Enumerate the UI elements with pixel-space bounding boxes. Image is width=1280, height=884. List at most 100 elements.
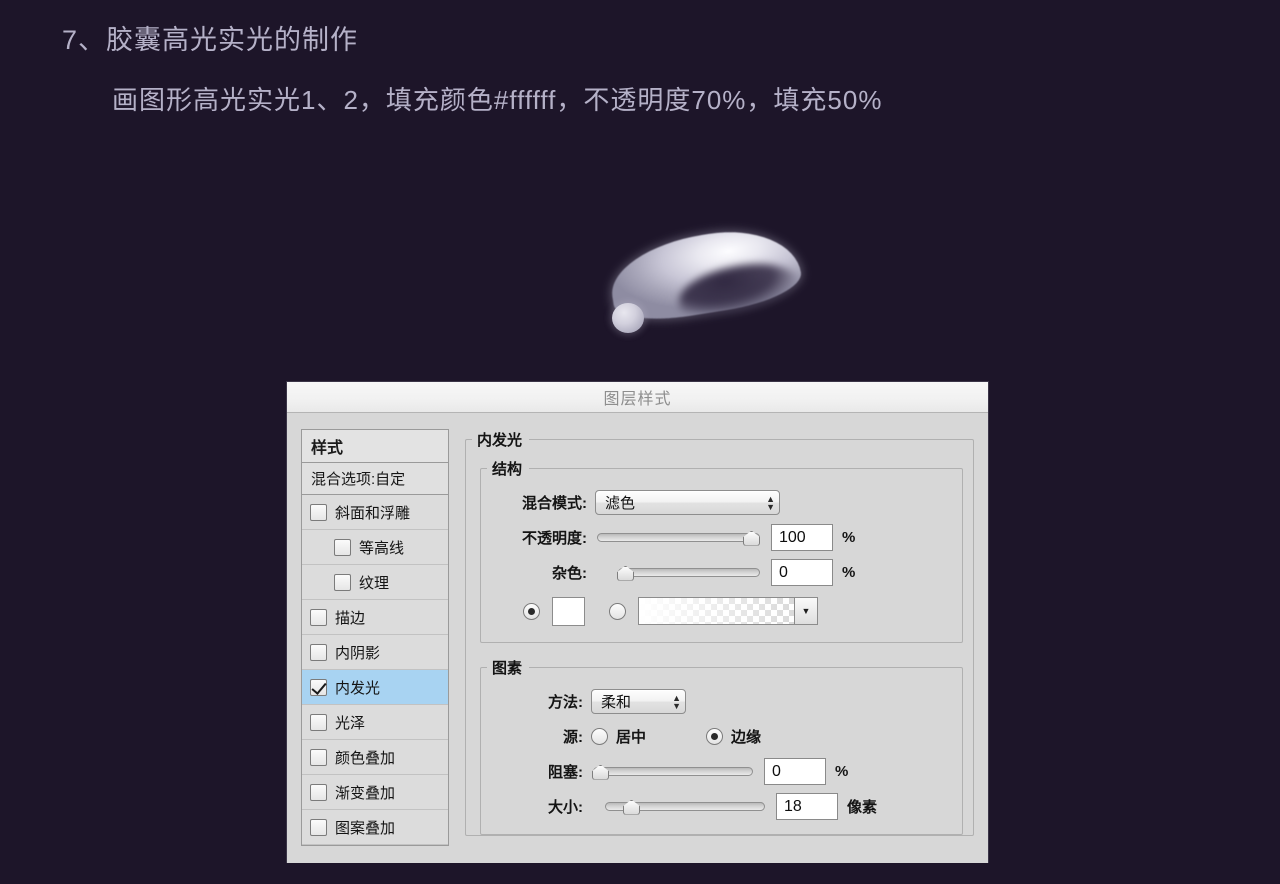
structure-group-legend: 结构 (492, 461, 523, 478)
caption-heading: 7、胶囊高光实光的制作 (62, 25, 359, 55)
blend-mode-select[interactable]: 滤色 ▲ ▼ (595, 490, 780, 515)
inner-glow-group-legend: 内发光 (477, 432, 523, 449)
method-row: 方法: 柔和 ▲ ▼ (481, 684, 962, 719)
highlight-shape-2 (612, 303, 644, 333)
source-edge-radio[interactable] (706, 728, 724, 745)
glow-source-row: ▼ (481, 590, 962, 632)
dialog-body: 样式 混合选项:自定 斜面和浮雕 等高线 纹理 描边 内阴影 内发光 光泽 颜色… (287, 413, 988, 863)
source-row: 源: 居中 边缘 (481, 719, 962, 754)
style-row[interactable]: 斜面和浮雕 (302, 495, 448, 530)
chevron-updown-icon[interactable]: ▲ ▼ (766, 494, 775, 511)
style-row[interactable]: 描边 (302, 600, 448, 635)
checkbox-icon[interactable] (310, 503, 327, 521)
slider-track (593, 767, 753, 776)
style-row[interactable]: 颜色叠加 (302, 740, 448, 775)
elements-group: 图素 方法: 柔和 ▲ ▼ 源: 居中 边缘 阻塞: 0 % 大小: 18 像素 (480, 657, 963, 835)
method-value: 柔和 (601, 694, 632, 711)
source-centre-radio[interactable] (591, 728, 608, 745)
inner-glow-group: 内发光 结构 混合模式: 滤色 ▲ ▼ 不透明度: 100 % 杂色: 0 % … (465, 429, 974, 836)
checkbox-icon[interactable] (310, 713, 327, 731)
method-label: 方法: (548, 694, 583, 711)
size-label: 大小: (548, 799, 583, 816)
tutorial-caption: 7、胶囊高光实光的制作 画图形高光实光1、2，填充颜色#ffffff，不透明度7… (0, 0, 1280, 120)
size-input[interactable]: 18 (776, 793, 838, 820)
styles-list: 斜面和浮雕 等高线 纹理 描边 内阴影 内发光 光泽 颜色叠加 渐变叠加 图案叠… (301, 495, 449, 846)
checkbox-checked-icon[interactable] (310, 678, 327, 696)
checkbox-icon[interactable] (310, 783, 327, 801)
style-label: 颜色叠加 (335, 749, 396, 767)
style-label: 光泽 (335, 714, 366, 732)
glow-color-swatch[interactable] (552, 596, 585, 626)
choke-input[interactable]: 0 (764, 758, 826, 785)
style-label: 图案叠加 (335, 819, 396, 837)
style-label: 渐变叠加 (335, 784, 396, 802)
gradient-preview-swatch[interactable] (639, 598, 795, 624)
size-value: 18 (784, 797, 802, 815)
chevron-updown-icon[interactable]: ▲ ▼ (672, 693, 681, 710)
choke-value: 0 (772, 762, 781, 780)
noise-label: 杂色: (552, 565, 587, 582)
choke-slider[interactable] (592, 762, 753, 782)
style-row[interactable]: 内阴影 (302, 635, 448, 670)
slider-track (618, 568, 760, 577)
checkbox-icon[interactable] (334, 573, 351, 591)
choke-label: 阻塞: (548, 764, 583, 781)
inner-glow-settings-pane: 内发光 结构 混合模式: 滤色 ▲ ▼ 不透明度: 100 % 杂色: 0 % … (465, 429, 974, 863)
opacity-value: 100 (779, 528, 806, 546)
style-row[interactable]: 等高线 (302, 530, 448, 565)
blend-mode-value: 滤色 (605, 495, 636, 512)
choke-row: 阻塞: 0 % (481, 754, 962, 789)
opacity-label: 不透明度: (522, 530, 587, 547)
checkbox-icon[interactable] (310, 608, 327, 626)
glow-gradient-radio[interactable] (609, 602, 626, 620)
style-label: 纹理 (359, 574, 390, 592)
style-row[interactable]: 光泽 (302, 705, 448, 740)
elements-group-legend: 图素 (492, 660, 523, 677)
glow-color-radio[interactable] (523, 602, 540, 620)
dialog-titlebar: 图层样式 (287, 382, 988, 413)
source-centre-label: 居中 (616, 729, 647, 746)
noise-slider[interactable] (617, 563, 760, 583)
style-row[interactable]: 纹理 (302, 565, 448, 600)
caption-detail: 画图形高光实光1、2，填充颜色#ffffff，不透明度70%，填充50% (112, 85, 883, 115)
opacity-input[interactable]: 100 (771, 524, 833, 551)
opacity-slider[interactable] (597, 528, 760, 548)
blending-options-row[interactable]: 混合选项:自定 (301, 463, 449, 495)
style-row-inner-glow[interactable]: 内发光 (302, 670, 448, 705)
size-slider[interactable] (605, 797, 765, 817)
style-label: 内发光 (335, 679, 381, 697)
chevron-down-icon[interactable]: ▼ (795, 598, 817, 624)
checkbox-icon[interactable] (310, 643, 327, 661)
styles-panel-header: 样式 (301, 429, 449, 463)
blend-mode-row: 混合模式: 滤色 ▲ ▼ (481, 485, 962, 520)
noise-value: 0 (779, 563, 788, 581)
noise-unit: % (842, 564, 856, 581)
blending-options-label: 混合选项:自定 (311, 471, 406, 488)
layer-style-dialog: 图层样式 样式 混合选项:自定 斜面和浮雕 等高线 纹理 描边 内阴影 内发光 … (286, 381, 989, 863)
method-select[interactable]: 柔和 ▲ ▼ (591, 689, 686, 714)
opacity-unit: % (842, 529, 856, 546)
structure-group: 结构 混合模式: 滤色 ▲ ▼ 不透明度: 100 % 杂色: 0 % ▼ (480, 458, 963, 643)
noise-input[interactable]: 0 (771, 559, 833, 586)
blend-mode-label: 混合模式: (522, 495, 587, 512)
styles-panel-header-label: 样式 (311, 440, 344, 457)
noise-row: 杂色: 0 % (481, 555, 962, 590)
checkbox-icon[interactable] (310, 818, 327, 836)
styles-panel: 样式 混合选项:自定 斜面和浮雕 等高线 纹理 描边 内阴影 内发光 光泽 颜色… (301, 429, 449, 863)
source-label: 源: (563, 729, 583, 746)
opacity-row: 不透明度: 100 % (481, 520, 962, 555)
capsule-highlight-artwork (590, 220, 810, 345)
glow-gradient-picker[interactable]: ▼ (638, 597, 818, 625)
dialog-title: 图层样式 (603, 391, 672, 408)
choke-unit: % (835, 763, 849, 780)
style-row[interactable]: 渐变叠加 (302, 775, 448, 810)
checkbox-icon[interactable] (334, 538, 351, 556)
style-label: 斜面和浮雕 (335, 504, 411, 522)
style-label: 等高线 (359, 539, 405, 557)
slider-track (597, 533, 760, 542)
checkbox-icon[interactable] (310, 748, 327, 766)
style-row[interactable]: 图案叠加 (302, 810, 448, 845)
size-row: 大小: 18 像素 (481, 789, 962, 824)
size-unit: 像素 (847, 799, 878, 816)
source-edge-label: 边缘 (731, 729, 762, 746)
